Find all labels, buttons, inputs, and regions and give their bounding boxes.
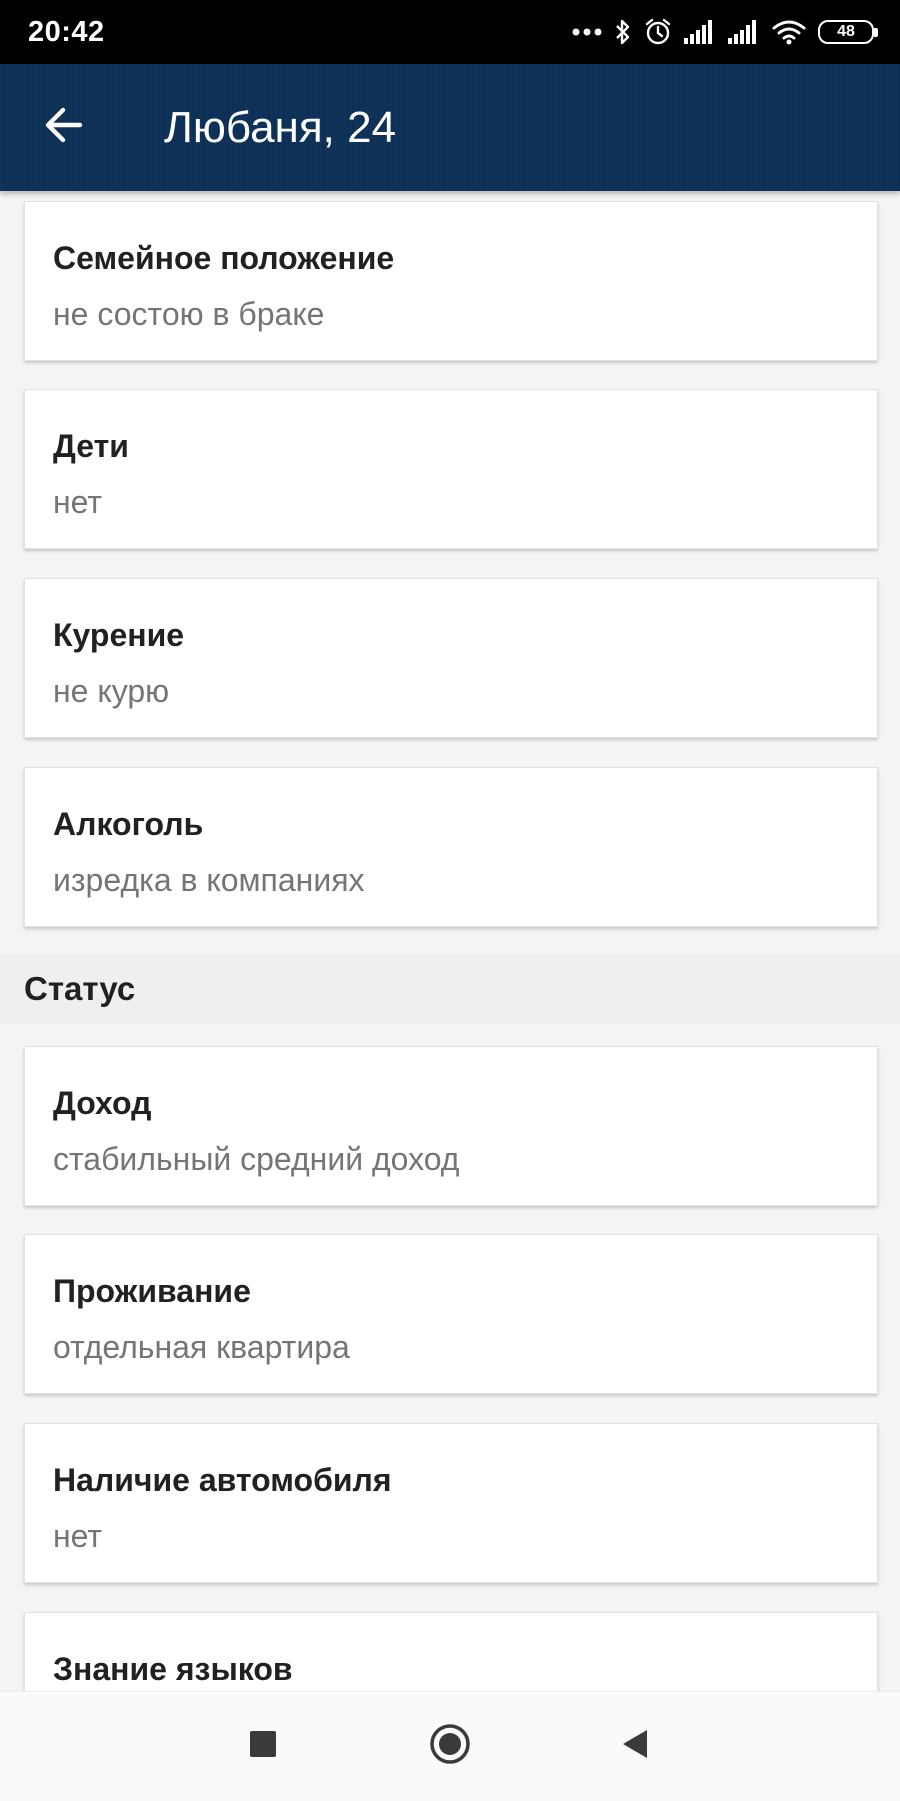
card-languages[interactable]: Знание языков <box>24 1612 878 1691</box>
app-bar: Любаня, 24 <box>0 64 900 191</box>
page-title: Любаня, 24 <box>164 102 397 152</box>
card-marital-status[interactable]: Семейное положение не состою в браке <box>24 201 878 361</box>
home-button[interactable] <box>405 1692 495 1801</box>
signal-icon <box>684 20 716 44</box>
profile-details: Семейное положение не состою в браке Дет… <box>0 191 900 1691</box>
home-icon <box>429 1723 471 1770</box>
signal-icon <box>728 20 760 44</box>
card-smoking[interactable]: Курение не курю <box>24 578 878 738</box>
battery-level: 48 <box>837 23 855 40</box>
card-label: Курение <box>53 617 185 653</box>
card-car[interactable]: Наличие автомобиля нет <box>24 1423 878 1583</box>
section-header-status: Статус <box>0 954 900 1024</box>
card-value: изредка в компаниях <box>53 862 365 898</box>
card-value: не курю <box>53 673 170 709</box>
card-label: Наличие автомобиля <box>53 1462 392 1498</box>
card-label: Алкоголь <box>53 806 204 842</box>
card-residence[interactable]: Проживание отдельная квартира <box>24 1234 878 1394</box>
card-value: нет <box>53 1518 103 1554</box>
card-value: нет <box>53 484 103 520</box>
card-label: Дети <box>53 428 129 464</box>
recent-apps-button[interactable] <box>218 1692 308 1801</box>
status-bar: 20:42 48 <box>0 0 900 64</box>
alarm-icon <box>644 18 672 46</box>
card-value: отдельная квартира <box>53 1329 350 1365</box>
back-triangle-icon <box>621 1729 649 1764</box>
wifi-icon <box>772 19 806 45</box>
card-label: Доход <box>53 1085 152 1121</box>
card-income[interactable]: Доход стабильный средний доход <box>24 1046 878 1206</box>
back-button[interactable] <box>32 96 96 160</box>
card-value: стабильный средний доход <box>53 1141 460 1177</box>
system-nav-bar <box>0 1691 900 1801</box>
card-label: Семейное положение <box>53 240 395 276</box>
battery-icon: 48 <box>818 20 878 44</box>
nav-back-button[interactable] <box>590 1692 680 1801</box>
card-label: Проживание <box>53 1273 251 1309</box>
more-dots-icon <box>572 27 602 37</box>
status-icons: 48 <box>572 18 878 46</box>
card-children[interactable]: Дети нет <box>24 389 878 549</box>
status-time: 20:42 <box>28 15 105 48</box>
card-label: Знание языков <box>53 1651 293 1687</box>
arrow-back-icon <box>44 107 84 148</box>
card-alcohol[interactable]: Алкоголь изредка в компаниях <box>24 767 878 927</box>
bluetooth-icon <box>614 18 632 46</box>
recent-apps-icon <box>249 1730 277 1763</box>
card-value: не состою в браке <box>53 296 325 332</box>
